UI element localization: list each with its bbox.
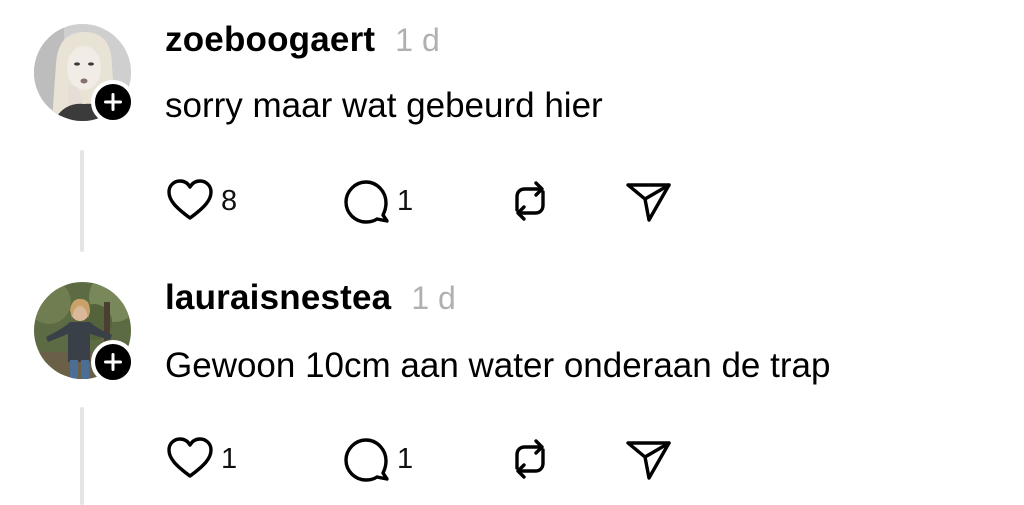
share-button[interactable] — [623, 434, 673, 484]
follow-button[interactable] — [91, 340, 135, 384]
comment: lauraisnestea 1 d Gewoon 10cm aan water … — [0, 262, 1024, 505]
comment-text: Gewoon 10cm aan water onderaan de trap — [165, 346, 831, 385]
like-button[interactable]: 8 — [165, 176, 237, 226]
like-button[interactable]: 1 — [165, 434, 237, 484]
reply-button[interactable]: 1 — [341, 176, 413, 226]
like-count: 8 — [221, 184, 238, 217]
comment-text: sorry maar wat gebeurd hier — [165, 86, 603, 125]
comment: zoeboogaert 1 d sorry maar wat gebeurd h… — [0, 0, 1024, 262]
username[interactable]: lauraisnestea — [165, 278, 391, 318]
repost-icon — [515, 439, 545, 479]
heart-icon — [167, 179, 213, 220]
username[interactable]: zoeboogaert — [165, 20, 375, 60]
comment-header: lauraisnestea 1 d — [165, 278, 456, 318]
like-count: 1 — [221, 442, 238, 475]
speech-bubble-icon — [344, 180, 389, 224]
paper-plane-icon — [626, 183, 671, 222]
reply-button[interactable]: 1 — [341, 434, 413, 484]
reply-count: 1 — [397, 184, 414, 217]
thread-line — [80, 150, 84, 252]
comment-header: zoeboogaert 1 d — [165, 20, 440, 60]
reply-count: 1 — [397, 442, 414, 475]
heart-icon — [167, 437, 213, 478]
speech-bubble-icon — [344, 438, 389, 482]
repost-icon — [515, 181, 545, 221]
follow-button[interactable] — [91, 80, 135, 124]
repost-button[interactable] — [505, 434, 555, 484]
timestamp: 1 d — [395, 22, 440, 58]
timestamp: 1 d — [411, 280, 456, 316]
plus-icon — [104, 93, 122, 111]
paper-plane-icon — [626, 441, 671, 480]
plus-icon — [104, 353, 122, 371]
share-button[interactable] — [623, 176, 673, 226]
thread-line — [80, 407, 84, 505]
repost-button[interactable] — [505, 176, 555, 226]
